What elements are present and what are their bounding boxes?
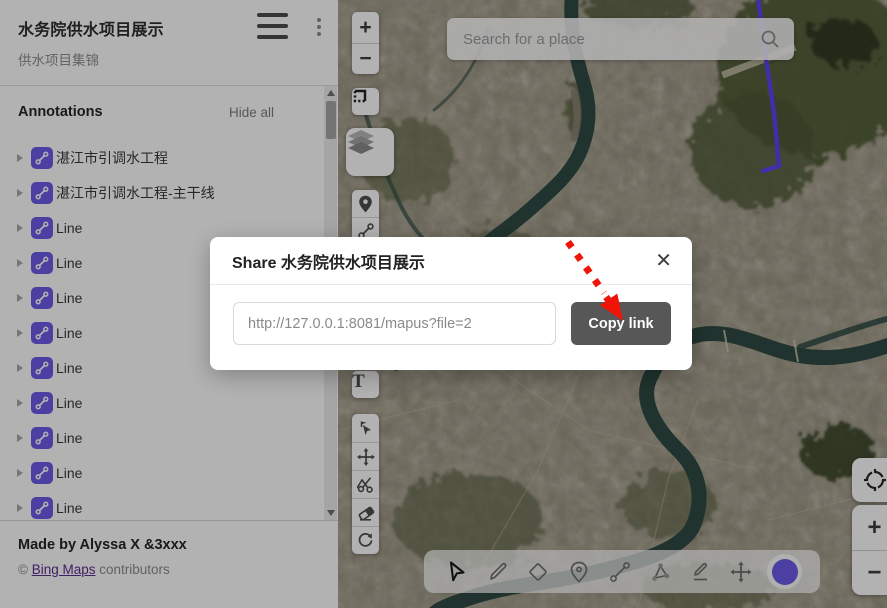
share-url-input[interactable] bbox=[233, 302, 556, 345]
share-dialog: Share 水务院供水项目展示 ✕ Copy link bbox=[210, 237, 692, 370]
share-dialog-body: Copy link bbox=[210, 285, 692, 345]
mapus-app: 水务院供水项目展示 供水项目集锦 Annotations Hide all 湛江… bbox=[0, 0, 887, 608]
share-dialog-header: Share 水务院供水项目展示 ✕ bbox=[210, 237, 692, 285]
close-icon[interactable]: ✕ bbox=[655, 251, 672, 271]
share-dialog-title: Share 水务院供水项目展示 bbox=[232, 249, 425, 273]
copy-link-button[interactable]: Copy link bbox=[571, 302, 671, 345]
